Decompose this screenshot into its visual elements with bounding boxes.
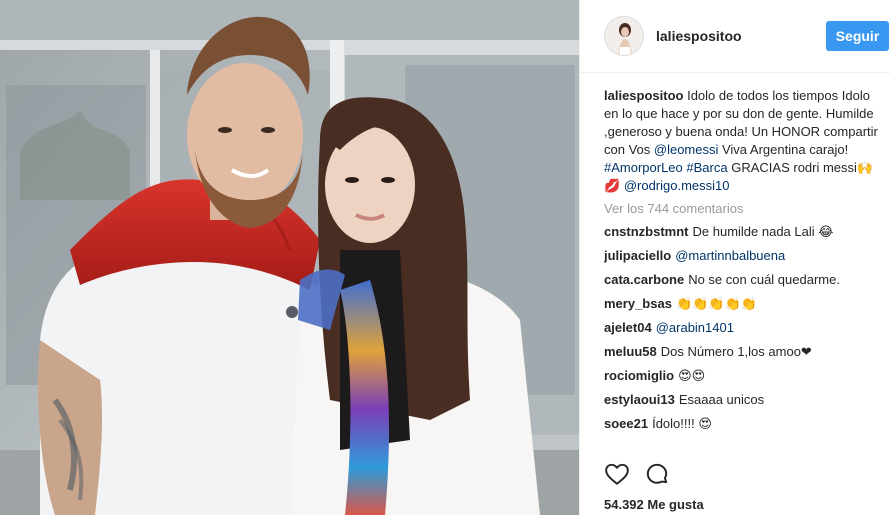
follow-button[interactable]: Seguir [826,21,889,51]
comment-username[interactable]: cata.carbone [604,272,684,287]
mention-leomessi[interactable]: @leomessi [654,142,719,157]
comment-username[interactable]: estylaoui13 [604,392,675,407]
instagram-post: laliespositoo Seguir laliespositoo Idolo… [0,0,890,515]
comment-username[interactable]: ajelet04 [604,320,652,335]
avatar-image [605,17,643,55]
hashtag-barca[interactable]: #Barca [686,160,727,175]
comment-item: meluu58 Dos Número 1,los amoo❤ [604,343,884,361]
caption-username[interactable]: laliespositoo [604,88,683,103]
comment-item: rociomiglio 😍😍 [604,367,884,385]
comment-text: 😍😍 [678,368,706,383]
mention-rodrigo-messi[interactable]: @rodrigo.messi10 [624,178,730,193]
post-caption: laliespositoo Idolo de todos los tiempos… [604,87,884,195]
photo-illustration [0,0,579,515]
comment-text: Dos Número 1,los amoo❤ [660,344,812,359]
post-photo[interactable] [0,0,579,515]
comment-username[interactable]: meluu58 [604,344,657,359]
comment-username[interactable]: cnstnzbstmnt [604,224,689,239]
comment-username[interactable]: rociomiglio [604,368,674,383]
comment-mention[interactable]: @arabin1401 [656,320,734,335]
comment-item: estylaoui13 Esaaaa unicos [604,391,884,409]
heart-icon[interactable] [604,461,630,487]
hashtag-amorporleo[interactable]: #AmorporLeo [604,160,683,175]
likes-count[interactable]: 54.392 Me gusta [604,497,704,512]
comments-section: laliespositoo Idolo de todos los tiempos… [580,87,890,433]
comment-item: soee21 Ídolo!!!! 😍 [604,415,884,433]
comment-username[interactable]: mery_bsas [604,296,672,311]
comment-item: ajelet04 @arabin1401 [604,319,884,337]
view-all-comments-link[interactable]: Ver los 744 comentarios [604,200,884,217]
post-header: laliespositoo Seguir [580,0,890,73]
comment-icon[interactable] [644,461,670,487]
comment-text: Ídolo!!!! 😍 [652,416,712,431]
avatar[interactable] [604,16,644,56]
comment-text: 👏👏👏👏👏 [675,296,757,311]
caption-text-2: Viva Argentina carajo! [718,142,849,157]
comment-username[interactable]: soee21 [604,416,648,431]
comment-item: mery_bsas 👏👏👏👏👏 [604,295,884,313]
comment-item: julipaciello @martinnbalbuena [604,247,884,265]
comment-item: cnstnzbstmnt De humilde nada Lali 😂 [604,223,884,241]
comment-text: Esaaaa unicos [678,392,765,407]
comment-item: cata.carbone No se con cuál quedarme. [604,271,884,289]
comment-text: De humilde nada Lali 😂 [692,224,834,239]
post-sidebar: laliespositoo Seguir laliespositoo Idolo… [579,0,890,515]
comment-text: No se con cuál quedarme. [688,272,840,287]
comment-mention[interactable]: @martinnbalbuena [675,248,785,263]
post-author-username[interactable]: laliespositoo [656,28,742,44]
comment-username[interactable]: julipaciello [604,248,671,263]
post-actions [604,461,684,487]
